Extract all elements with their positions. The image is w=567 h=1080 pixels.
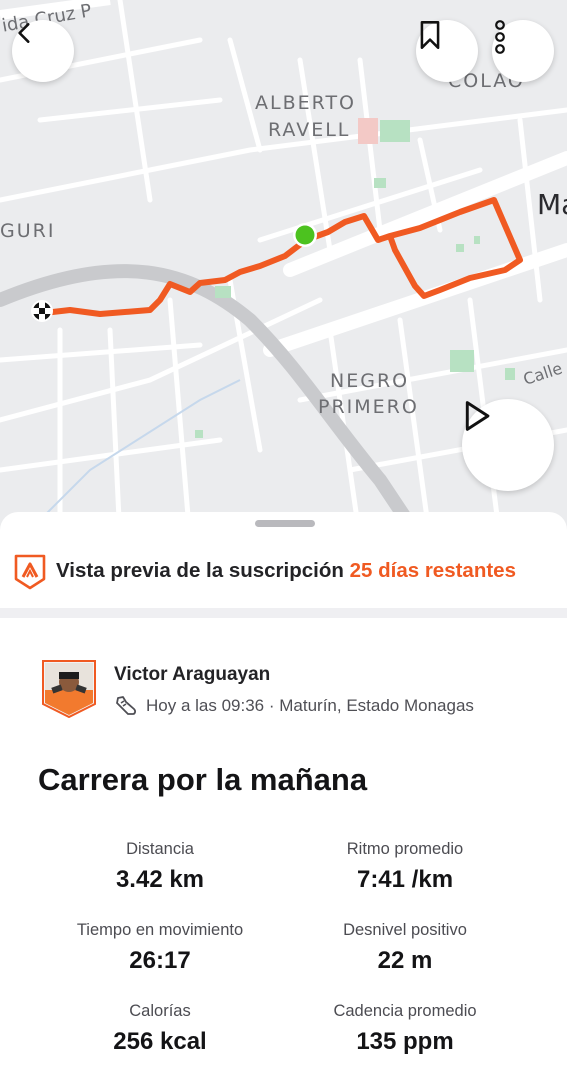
neighborhood-label: NEGRO [330,370,410,392]
chevron-left-icon [18,23,30,43]
stat-calories: Calorías 256 kcal [30,1000,290,1058]
subscription-banner[interactable]: Vista previa de la suscripción 25 días r… [0,536,567,608]
back-button[interactable] [12,20,74,82]
play-flyover-button[interactable] [462,399,554,491]
stat-avg-cadence: Cadencia promedio 135 ppm [275,1000,535,1058]
stat-value: 22 m [377,947,433,974]
neighborhood-label: ALBERTO [255,92,357,114]
shoe-icon [116,696,136,715]
neighborhood-label: GURI [0,220,56,242]
bookmark-button[interactable] [416,20,478,82]
activity-title: Carrera por la mañana [38,762,368,797]
sheet-drag-handle[interactable] [255,520,315,527]
stat-distance: Distancia 3.42 km [30,838,290,896]
neighborhood-label: RAVELL [268,119,351,141]
stat-label: Tiempo en movimiento [76,921,244,939]
stat-value: 26:17 [129,947,191,974]
activity-map[interactable]: ida Cruz P ALBERTO RAVELL GURI NEGRO PRI… [0,0,567,540]
section-divider [0,608,567,618]
city-label: Ma [537,188,567,221]
subscription-text: Vista previa de la suscripción 25 días r… [56,559,516,583]
athlete-name[interactable]: Victor Araguayan [114,664,270,686]
subscription-days-remaining: 25 días restantes [349,559,516,582]
activity-sheet: Vista previa de la suscripción 25 días r… [0,512,567,1080]
stat-avg-pace: Ritmo promedio 7:41 /km [275,838,535,896]
stat-label: Desnivel positivo [343,921,467,939]
stat-value: 135 ppm [356,1028,454,1055]
stat-moving-time: Tiempo en movimiento 26:17 [30,919,290,977]
stat-label: Calorías [129,1002,191,1020]
subscription-label: Vista previa de la suscripción [56,559,344,582]
neighborhood-label: PRIMERO [318,396,419,418]
stat-value: 256 kcal [113,1028,207,1055]
activity-meta-text: Hoy a las 09:36 · Maturín, Estado Monaga… [146,696,474,715]
start-marker [295,225,315,245]
play-icon [465,401,490,431]
finish-marker [31,300,53,322]
stat-elevation-gain: Desnivel positivo 22 m [275,919,535,977]
bookmark-icon [420,21,440,49]
stat-label: Distancia [126,840,194,858]
stat-value: 7:41 /km [356,866,454,893]
more-options-button[interactable] [492,20,554,82]
activity-meta: Hoy a las 09:36 · Maturín, Estado Monaga… [114,694,474,718]
strava-badge-icon [14,554,46,590]
stat-label: Ritmo promedio [346,840,464,858]
avatar[interactable] [42,660,96,718]
stat-value: 3.42 km [115,866,205,893]
stat-label: Cadencia promedio [333,1002,477,1020]
more-vertical-icon [495,20,505,54]
